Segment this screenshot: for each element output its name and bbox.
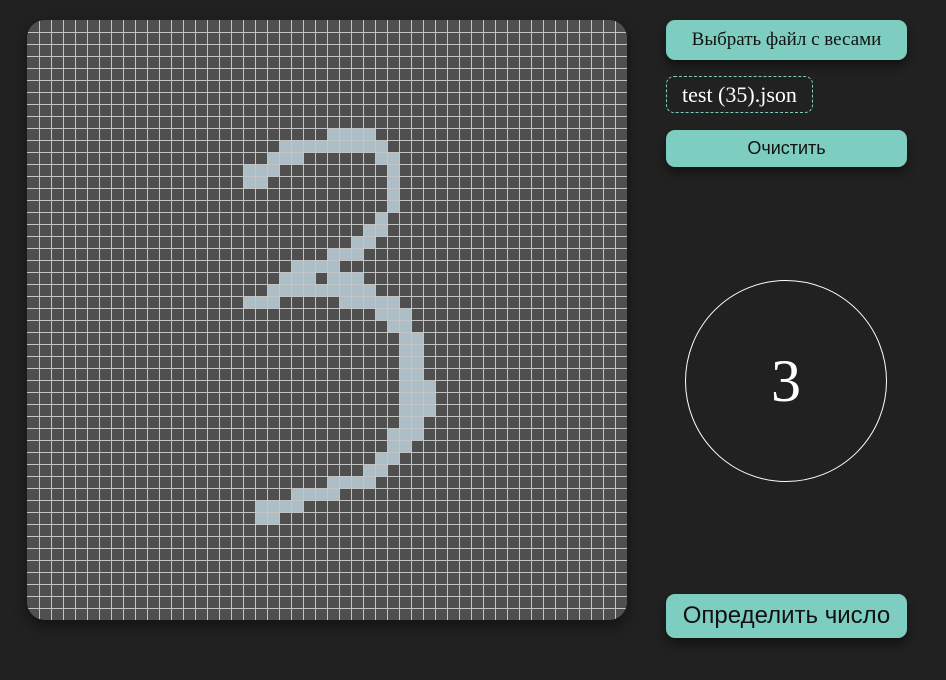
ink-pixel-run <box>327 248 363 260</box>
drawing-canvas[interactable] <box>27 20 627 620</box>
ink-pixel-run <box>387 164 399 176</box>
ink-pixel-run <box>399 392 435 404</box>
ink-pixel-run <box>243 164 279 176</box>
ink-pixel-run <box>375 308 411 320</box>
ink-pixel-run <box>243 296 279 308</box>
ink-pixel-run <box>387 176 399 188</box>
prediction-result: 3 <box>685 280 887 482</box>
ink-pixel-run <box>387 428 423 440</box>
ink-pixel-run <box>267 284 375 296</box>
selected-file-name: test (35).json <box>666 76 813 113</box>
choose-weights-file-button[interactable]: Выбрать файл с весами <box>666 20 907 60</box>
app-window: Выбрать файл с весами test (35).json Очи… <box>0 0 946 680</box>
predict-digit-button[interactable]: Определить число <box>666 594 907 638</box>
ink-pixel-run <box>279 140 387 152</box>
ink-pixel-run <box>267 152 303 164</box>
pixel-grid[interactable] <box>27 20 627 620</box>
ink-pixel-run <box>375 212 387 224</box>
ink-pixel-run <box>387 200 399 212</box>
ink-pixel-run <box>327 272 363 284</box>
clear-button[interactable]: Очистить <box>666 130 907 167</box>
ink-pixel-run <box>399 404 435 416</box>
ink-pixel-run <box>339 296 399 308</box>
ink-pixel-run <box>279 272 315 284</box>
ink-pixel-run <box>387 188 399 200</box>
ink-pixel-run <box>399 380 435 392</box>
